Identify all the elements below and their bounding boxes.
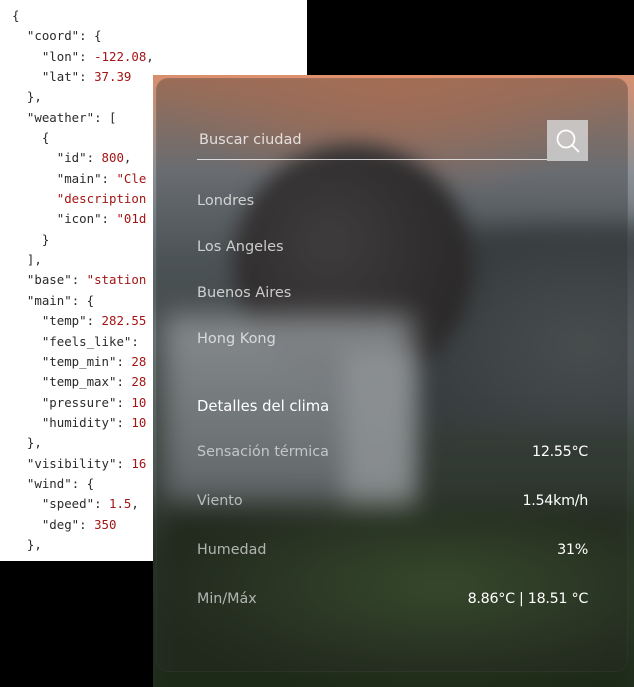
- city-item-buenos-aires[interactable]: Buenos Aires: [197, 285, 291, 331]
- code-line: "deg": 350: [41, 516, 117, 532]
- code-line: "main": "Cle: [56, 170, 147, 186]
- detail-value: 1.54km/h: [522, 493, 588, 509]
- detail-label: Viento: [197, 493, 243, 509]
- details-title: Detalles del clima: [197, 398, 330, 415]
- weather-panel: Londres Los Angeles Buenos Aires Hong Ko…: [156, 78, 628, 672]
- code-line: {: [12, 130, 50, 146]
- code-line: "id": 800,: [56, 150, 132, 166]
- code-line: {: [12, 8, 20, 23]
- code-line: "icon": "01d: [56, 211, 147, 227]
- city-list: Londres Los Angeles Buenos Aires Hong Ko…: [197, 193, 291, 377]
- code-line: "lon": -122.08,: [41, 48, 154, 64]
- search-icon: [556, 129, 579, 152]
- detail-label: Min/Máx: [197, 591, 257, 607]
- code-line: },: [12, 435, 42, 451]
- code-line: "speed": 1.5,: [41, 496, 139, 512]
- detail-label: Humedad: [197, 542, 267, 558]
- code-line: "visibility": 16: [26, 455, 147, 471]
- detail-value: 12.55°C: [532, 444, 588, 460]
- detail-row-min-max: Min/Máx 8.86°C | 18.51 °C: [197, 591, 588, 613]
- code-line: "feels_like":: [41, 333, 139, 349]
- code-line: "weather": [: [26, 109, 117, 125]
- detail-row-humidity: Humedad 31%: [197, 542, 588, 564]
- search-button[interactable]: [547, 120, 588, 161]
- detail-value: 8.86°C | 18.51 °C: [467, 591, 589, 607]
- detail-value: 31%: [557, 542, 588, 558]
- detail-row-wind: Viento 1.54km/h: [197, 493, 588, 515]
- search-bar: [197, 120, 588, 162]
- code-line: "main": {: [26, 292, 95, 308]
- search-input[interactable]: [197, 120, 547, 160]
- code-line: "temp_max": 28: [41, 374, 147, 390]
- code-line: "temp_min": 28: [41, 353, 147, 369]
- detail-label: Sensación térmica: [197, 444, 329, 460]
- code-line: "humidity": 10: [41, 414, 147, 430]
- detail-row-feels-like: Sensación térmica 12.55°C: [197, 444, 588, 466]
- code-line: "coord": {: [26, 28, 102, 44]
- code-line: },: [12, 536, 42, 552]
- city-item-hong-kong[interactable]: Hong Kong: [197, 331, 291, 377]
- code-line: "base": "station: [26, 272, 147, 288]
- code-line: "pressure": 10: [41, 394, 147, 410]
- code-line: ],: [12, 252, 42, 268]
- code-line: }: [12, 231, 50, 247]
- code-line: },: [12, 89, 42, 105]
- code-line: "wind": {: [26, 475, 95, 491]
- code-line: "lat": 37.39: [41, 69, 132, 85]
- screen: { "coord": { "lon": -122.08, "lat": 37.3…: [0, 0, 634, 687]
- city-item-londres[interactable]: Londres: [197, 193, 291, 239]
- code-line: "temp": 282.55: [41, 313, 147, 329]
- code-line: "description: [56, 191, 147, 207]
- city-item-los-angeles[interactable]: Los Angeles: [197, 239, 291, 285]
